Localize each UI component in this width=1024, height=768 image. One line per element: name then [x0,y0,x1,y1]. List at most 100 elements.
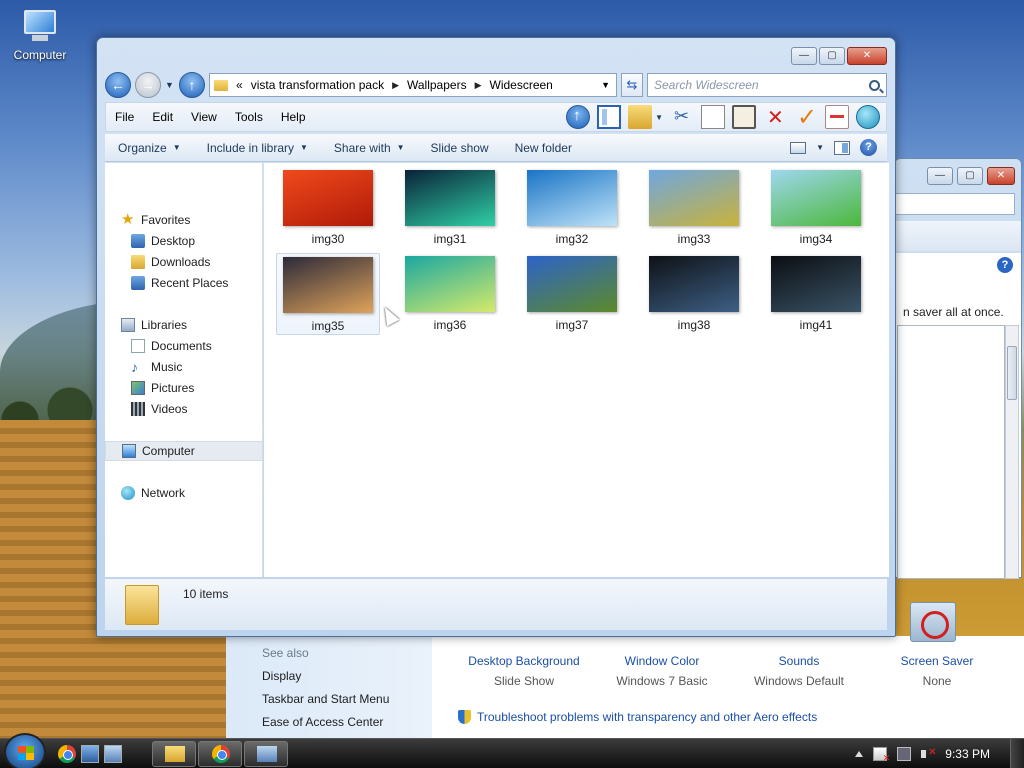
folders-pane-icon[interactable] [597,105,622,129]
nav-music[interactable]: ♪ Music [105,357,263,377]
slide-show-button[interactable]: Slide show [418,141,502,155]
chevron-right-icon[interactable]: ▶ [475,80,482,91]
sounds-item[interactable]: Sounds Windows Default [729,654,869,688]
up-button[interactable]: ↑ [179,72,205,98]
breadcrumb-overflow[interactable]: « [236,78,243,92]
chevron-right-icon[interactable]: ▶ [392,80,399,91]
file-item[interactable]: img32 [520,167,624,249]
menu-tools[interactable]: Tools [226,110,272,124]
troubleshoot-link[interactable]: Troubleshoot problems with transparency … [458,710,817,724]
nav-videos[interactable]: Videos [105,399,263,419]
checkmark-icon[interactable] [794,103,818,132]
address-bar[interactable]: « vista transformation pack ▶ Wallpapers… [209,73,617,97]
taskbar-explorer-button[interactable] [152,741,196,767]
nav-pictures[interactable]: Pictures [105,378,263,398]
menu-view[interactable]: View [182,110,226,124]
share-with-button[interactable]: Share with ▼ [321,141,418,155]
copy-icon[interactable] [701,105,725,129]
paste-icon[interactable] [732,105,756,129]
show-desktop-button[interactable] [1010,739,1024,768]
include-in-library-button[interactable]: Include in library ▼ [194,141,321,155]
menu-file[interactable]: File [106,110,143,124]
chevron-down-icon[interactable]: ▼ [816,143,824,152]
file-item[interactable]: img30 [276,167,380,249]
menu-help[interactable]: Help [272,110,315,124]
help-icon[interactable]: ? [997,257,1013,273]
nav-libraries[interactable]: Libraries [105,315,263,335]
explorer-window[interactable]: — ▢ ✕ ← → ▼ ↑ « vista transformation pac… [96,37,896,637]
help-icon[interactable]: ? [860,139,877,156]
file-thumbnail [771,256,861,312]
nav-recent-places[interactable]: Recent Places [105,273,263,293]
start-button[interactable] [4,733,46,768]
search-icon[interactable] [869,79,880,91]
close-button[interactable]: ✕ [847,47,887,65]
search-placeholder: Search Widescreen [654,78,759,92]
view-icon[interactable] [790,141,807,154]
file-item[interactable]: img36 [398,253,502,335]
search-input[interactable]: Search Widescreen [647,73,887,97]
preview-pane-icon[interactable] [834,140,850,155]
breadcrumb-2[interactable]: Widescreen [490,78,553,92]
breadcrumb-0[interactable]: vista transformation pack [251,78,384,92]
file-item[interactable]: img38 [642,253,746,335]
desktop-computer-icon[interactable]: Computer [8,8,72,62]
maximize-button[interactable]: ▢ [957,167,983,185]
list-box[interactable] [897,325,1005,579]
nav-network[interactable]: Network [105,483,263,503]
switch-windows-icon[interactable] [104,745,122,763]
clock[interactable]: 9:33 PM [945,747,990,761]
menu-edit[interactable]: Edit [143,110,182,124]
chevron-down-icon[interactable]: ▼ [165,80,175,90]
taskbar-personalization-button[interactable] [244,741,288,767]
nav-desktop[interactable]: Desktop [105,231,263,251]
show-desktop-icon[interactable] [81,745,99,763]
file-item[interactable]: img34 [764,167,868,249]
chevron-down-icon[interactable]: ▼ [601,80,616,90]
screen-saver-icon[interactable] [910,602,956,642]
breadcrumb-1[interactable]: Wallpapers [407,78,467,92]
mail-icon[interactable] [825,105,849,129]
desktop-background-item[interactable]: Desktop Background Slide Show [454,654,594,688]
taskbar-chrome-button[interactable] [198,741,242,767]
close-button[interactable]: ✕ [987,167,1015,185]
link-display[interactable]: Display [262,669,301,683]
new-folder-button[interactable]: New folder [502,141,585,155]
show-hidden-icons[interactable] [855,751,864,757]
volume-icon[interactable] [921,747,937,761]
nav-favorites[interactable]: ★ Favorites [105,210,263,230]
nav-documents[interactable]: Documents [105,336,263,356]
file-item[interactable]: img35 [276,253,380,335]
folder-options-icon[interactable] [628,105,653,129]
forward-button[interactable]: → [135,72,161,98]
file-item[interactable]: img41 [764,253,868,335]
link-taskbar[interactable]: Taskbar and Start Menu [262,692,389,706]
nav-downloads[interactable]: Downloads [105,252,263,272]
minimize-button[interactable]: — [791,47,817,65]
back-button[interactable]: ← [105,72,131,98]
file-item[interactable]: img37 [520,253,624,335]
scrollbar[interactable] [1005,325,1019,579]
minimize-button[interactable]: — [927,167,953,185]
organize-button[interactable]: Organize ▼ [105,141,194,155]
globe-icon[interactable] [856,105,880,129]
scrollbar-thumb[interactable] [1007,346,1017,400]
refresh-button[interactable]: ⇆ [621,73,643,97]
file-item[interactable]: img33 [642,167,746,249]
nav-computer[interactable]: Computer [105,441,263,461]
search-input[interactable] [895,193,1015,215]
chevron-down-icon[interactable]: ▼ [655,113,663,122]
nav-label: Documents [151,339,212,353]
link-ease-of-access[interactable]: Ease of Access Center [262,715,383,729]
personalization-window[interactable]: — ▢ ✕ ? n saver all at once. [894,158,1022,579]
network-icon[interactable] [897,747,912,761]
up-folder-icon[interactable] [566,105,591,129]
maximize-button[interactable]: ▢ [819,47,845,65]
cut-icon[interactable] [670,105,694,129]
action-center-icon[interactable] [873,747,890,764]
screen-saver-item[interactable]: Screen Saver None [867,654,1007,688]
file-item[interactable]: img31 [398,167,502,249]
chrome-icon[interactable] [58,745,76,763]
delete-icon[interactable] [763,105,787,130]
window-color-item[interactable]: Window Color Windows 7 Basic [592,654,732,688]
